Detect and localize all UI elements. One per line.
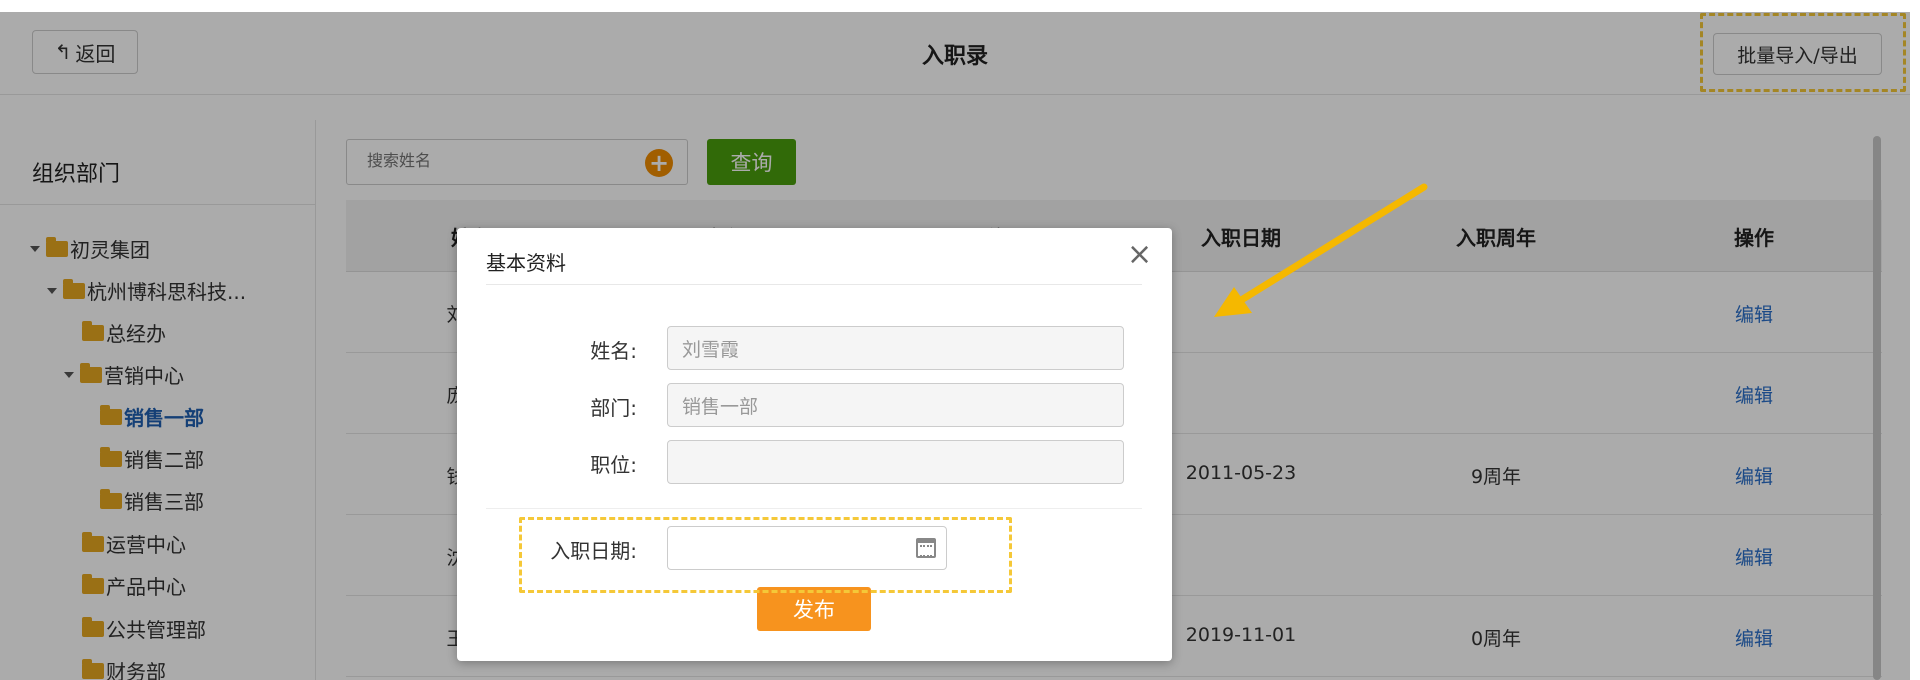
close-icon[interactable]: × [1127,240,1152,270]
position-field[interactable] [667,440,1124,484]
dialog-title: 基本资料 [486,251,566,275]
position-label: 职位: [590,453,637,477]
name-label: 姓名: [590,339,637,363]
dialog-divider [486,508,1142,509]
basic-info-dialog: 基本资料 × 姓名: 刘雪霞 部门: 销售一部 职位: 入职日期: 发布 [457,228,1172,661]
dept-label: 部门: [590,396,637,420]
name-field[interactable]: 刘雪霞 [667,326,1124,370]
dialog-divider [486,284,1142,285]
highlight-box-hire-date [519,517,1012,593]
annotation-arrow-icon [1214,183,1428,317]
publish-button[interactable]: 发布 [757,587,871,631]
dept-field[interactable]: 销售一部 [667,383,1124,427]
